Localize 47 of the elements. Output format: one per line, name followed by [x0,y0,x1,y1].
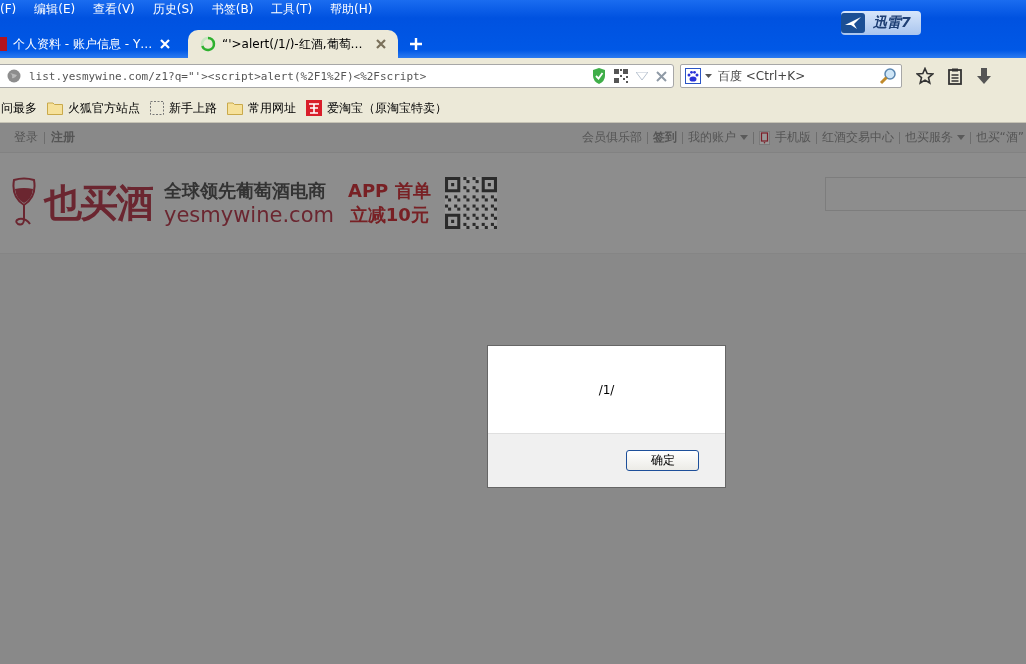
menu-item[interactable]: 工具(T) [271,0,313,18]
promo-text: APP 首单 [347,179,431,203]
qr-code-icon[interactable] [614,69,628,83]
star-icon[interactable] [916,67,934,85]
menu-item[interactable]: 帮助(H) [330,0,373,18]
globe-icon [7,69,21,83]
phone-icon [758,130,770,145]
menu-item[interactable]: (F) [0,2,17,16]
shop-icon [306,100,322,116]
caret-icon[interactable] [705,74,712,78]
folder-icon [227,101,243,115]
bookmark-item[interactable]: 常用网址 [227,99,296,117]
caret-icon [956,135,965,140]
ok-button[interactable]: 确定 [626,450,699,471]
browser-tab[interactable]: “'>alert(/1/)-红酒,葡萄… [188,30,398,58]
download-arrow-icon[interactable] [976,67,992,85]
download-badge[interactable]: 迅雷7 [841,11,921,35]
qr-code [444,177,497,229]
menu-item[interactable]: 历史(S) [152,0,194,18]
bookmark-item[interactable]: 新手上路 [150,99,217,117]
alert-message: /1/ [598,382,615,397]
clipboard-icon[interactable] [948,67,962,85]
folder-icon [47,101,63,115]
shield-check-icon [592,68,606,84]
bird-icon [841,13,865,33]
close-icon[interactable] [656,70,667,82]
search-icon[interactable] [879,67,897,85]
bookmark-item[interactable]: 爱淘宝（原淘宝特卖） [306,99,447,117]
site-favicon-icon [0,37,7,51]
bookmark-item[interactable]: 火狐官方站点 [47,99,140,117]
new-tab-icon[interactable] [410,38,422,50]
promo-text: 立减10元 [349,203,429,227]
address-field[interactable]: list.yesmywine.com/z1?q="'><script>alert(%2F1%2F)<%2Fscript> [0,64,674,88]
bookmark-item[interactable]: 问最多 [1,99,37,117]
brand-name: 也买酒 [44,179,152,227]
menu-item[interactable]: 书签(B) [211,0,254,18]
menu-item[interactable]: 查看(V) [93,0,135,18]
search-bar[interactable]: 百度 <Ctrl+K> [680,64,902,88]
browser-tab[interactable]: 个人资料 - 账户信息 - Y… [0,30,182,58]
domain-text: yesmywine.com [164,203,334,227]
loading-spinner-icon [200,36,216,52]
menu-item[interactable]: 编辑(E) [34,0,76,18]
caret-icon [739,135,748,140]
close-icon[interactable] [376,39,386,49]
blank-page-icon [150,101,164,115]
slogan: 全球领先葡萄酒电商 [164,179,327,203]
paw-icon [685,68,701,84]
